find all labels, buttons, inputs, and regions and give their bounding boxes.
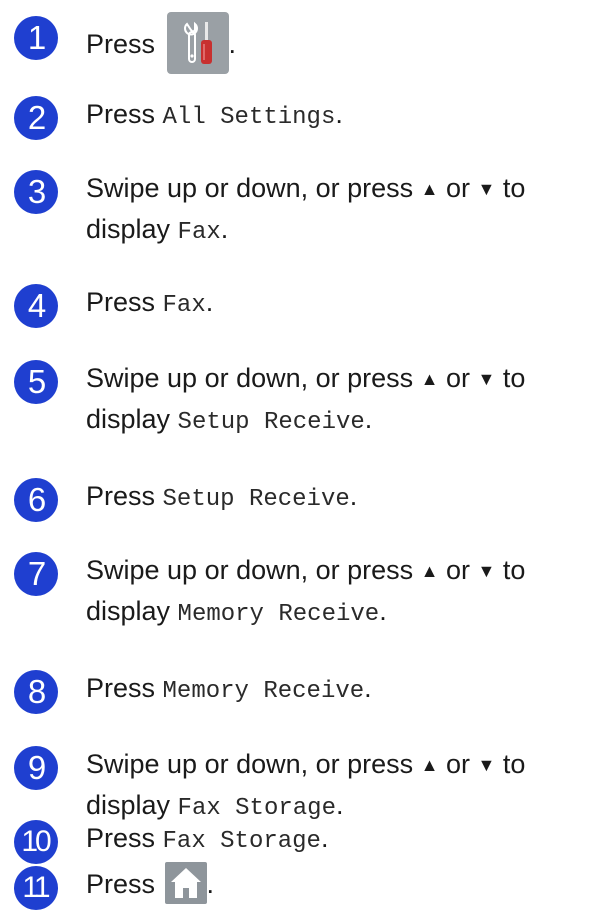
- up-arrow-icon: ▲: [420, 369, 439, 389]
- menu-item-code: Fax Storage: [177, 795, 336, 822]
- menu-item-code: All Settings: [162, 104, 336, 131]
- wrench-screwdriver-icon: [183, 21, 212, 64]
- step-number-badge: 1: [14, 16, 58, 60]
- step-text: Swipe up or down, or press ▲ or ▼ to dis…: [86, 749, 526, 822]
- menu-item-code: Memory Receive: [162, 678, 365, 705]
- home-icon[interactable]: [164, 862, 207, 904]
- step-number-badge: 11: [14, 866, 58, 910]
- step-text: Press Setup Receive.: [86, 481, 358, 513]
- step-text: Press .: [86, 862, 581, 907]
- step-text: Swipe up or down, or press ▲ or ▼ to dis…: [86, 363, 526, 436]
- down-arrow-icon: ▼: [477, 755, 496, 775]
- settings-tools-icon[interactable]: [166, 12, 229, 74]
- menu-item-code: Fax: [162, 292, 206, 319]
- step-number-badge: 5: [14, 360, 58, 404]
- step-text: Press Fax.: [86, 287, 214, 319]
- menu-item-code: Setup Receive: [177, 409, 365, 436]
- menu-item-code: Setup Receive: [162, 486, 350, 513]
- step-number-badge: 7: [14, 552, 58, 596]
- down-arrow-icon: ▼: [477, 369, 496, 389]
- step-number-badge: 2: [14, 96, 58, 140]
- step-text: Press .: [86, 12, 581, 77]
- step-text: Press Memory Receive.: [86, 673, 372, 705]
- up-arrow-icon: ▲: [420, 561, 439, 581]
- menu-item-code: Fax Storage: [162, 828, 321, 855]
- step-text: Swipe up or down, or press ▲ or ▼ to dis…: [86, 555, 526, 628]
- up-arrow-icon: ▲: [420, 755, 439, 775]
- step-number-badge: 6: [14, 478, 58, 522]
- step-number-badge: 9: [14, 746, 58, 790]
- step-number-badge: 10: [14, 820, 58, 864]
- step-number-badge: 3: [14, 170, 58, 214]
- step-number-badge: 4: [14, 284, 58, 328]
- down-arrow-icon: ▼: [477, 561, 496, 581]
- step-text: Swipe up or down, or press ▲ or ▼ to dis…: [86, 173, 526, 246]
- house-icon: [170, 868, 201, 898]
- down-arrow-icon: ▼: [477, 179, 496, 199]
- step-number-badge: 8: [14, 670, 58, 714]
- menu-item-code: Fax: [177, 219, 221, 246]
- step-text: Press Fax Storage.: [86, 823, 329, 855]
- menu-item-code: Memory Receive: [177, 601, 380, 628]
- up-arrow-icon: ▲: [420, 179, 439, 199]
- step-text: Press All Settings.: [86, 99, 343, 131]
